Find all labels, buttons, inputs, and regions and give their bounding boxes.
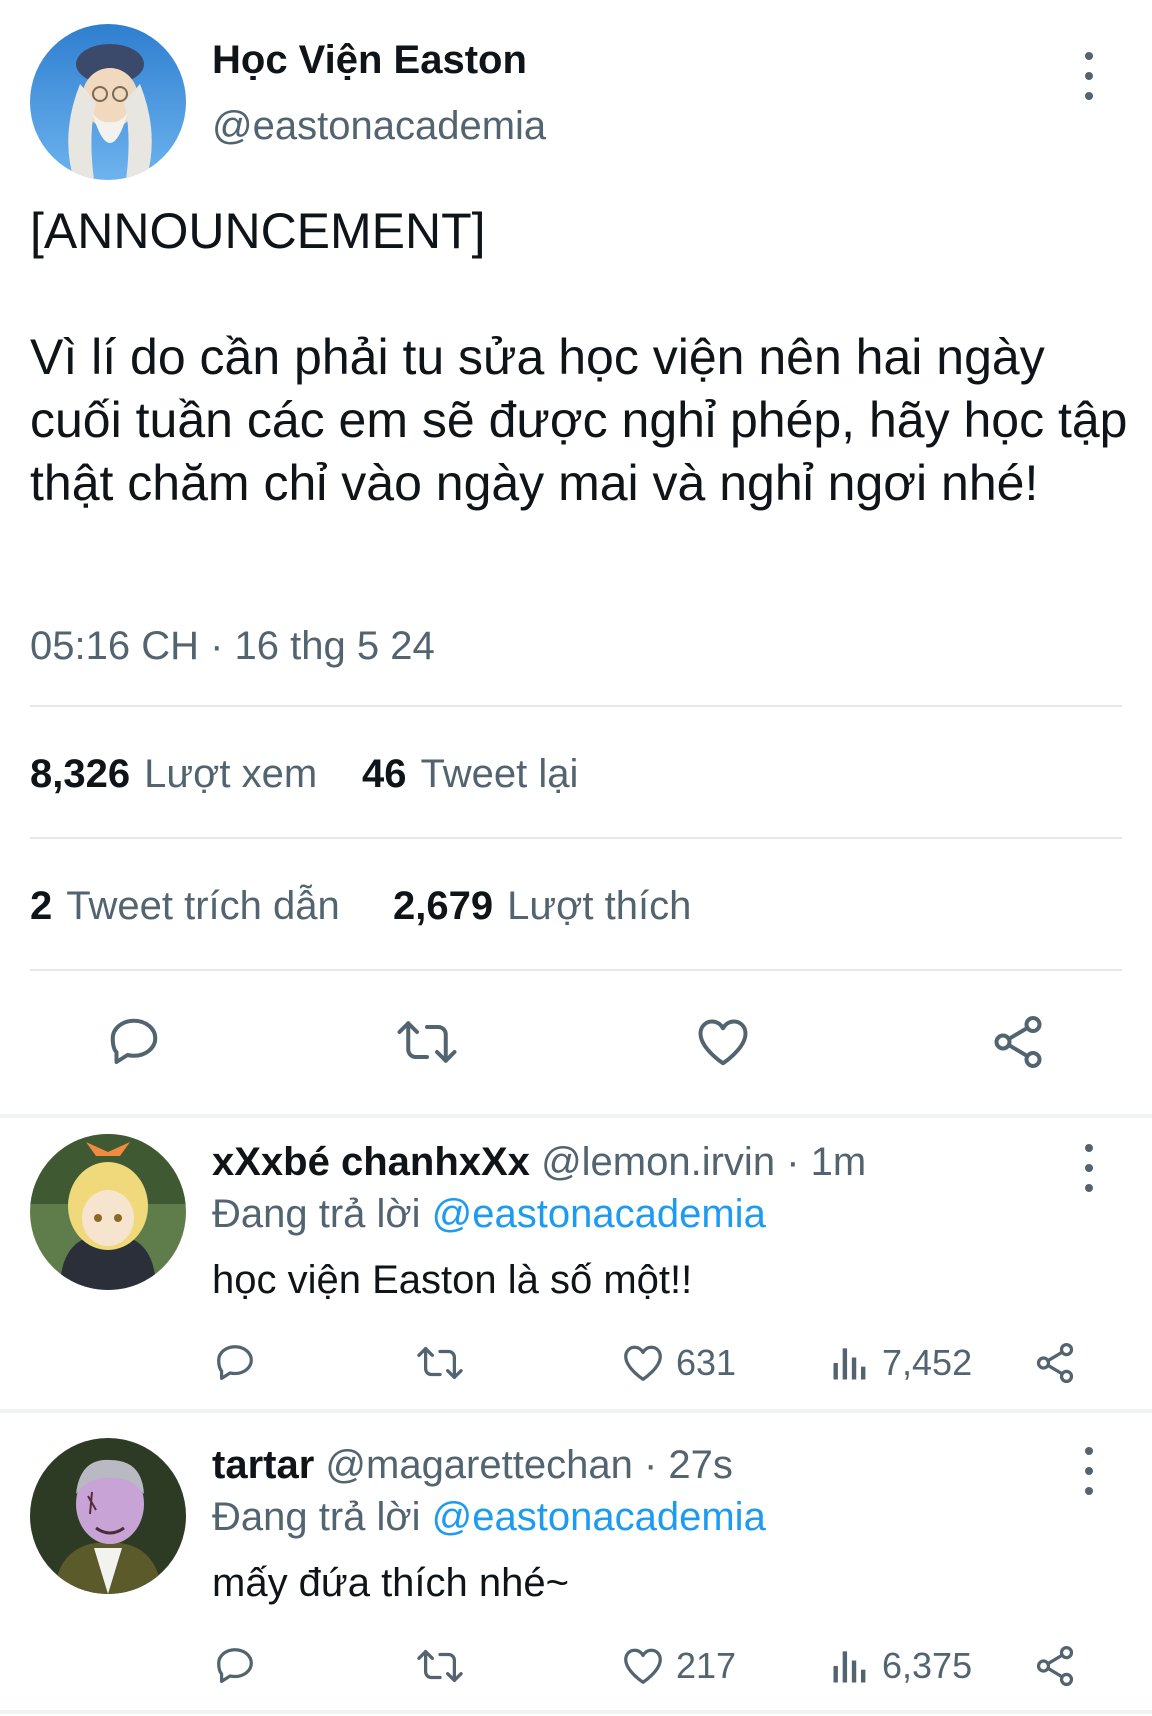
reply-avatar[interactable] — [30, 1438, 186, 1594]
mention-link[interactable]: @eastonacademia — [432, 1192, 766, 1236]
view-count: 6,375 — [882, 1645, 973, 1686]
likes-label: Lượt thích — [507, 884, 692, 928]
like-count: 217 — [676, 1645, 737, 1686]
share-icon[interactable] — [1032, 1643, 1078, 1689]
divider — [30, 969, 1122, 971]
reply-author-handle[interactable]: @lemon.irvin — [541, 1140, 775, 1184]
views-button[interactable]: 6,375 — [828, 1643, 972, 1689]
reply-avatar[interactable] — [30, 1134, 186, 1290]
replying-to: Đang trả lời @eastonacademia — [212, 1495, 766, 1540]
reply-icon[interactable] — [104, 1012, 164, 1072]
quotes-count: 2 — [30, 884, 53, 928]
author-avatar[interactable] — [30, 24, 186, 180]
retweet-icon[interactable] — [394, 1012, 460, 1072]
view-count: 7,452 — [882, 1342, 973, 1383]
views-label: Lượt xem — [144, 752, 318, 796]
reply-header: tartar @magarettechan · 27s — [212, 1443, 733, 1488]
divider — [30, 837, 1122, 839]
reply-icon[interactable] — [212, 1340, 258, 1386]
section-divider — [0, 1114, 1152, 1118]
retweets-stat[interactable]: 46 Tweet lại — [362, 752, 578, 797]
author-handle[interactable]: @eastonacademia — [212, 104, 546, 149]
views-stat: 8,326 Lượt xem — [30, 752, 317, 797]
retweet-icon[interactable] — [414, 1643, 466, 1689]
like-icon — [624, 1345, 662, 1381]
share-icon[interactable] — [1032, 1340, 1078, 1386]
share-icon[interactable] — [988, 1012, 1048, 1072]
reply-more-options-icon[interactable] — [1079, 1447, 1099, 1495]
like-icon — [624, 1648, 662, 1684]
replying-label: Đang trả lời — [212, 1192, 421, 1236]
section-divider — [0, 1710, 1152, 1714]
like-button[interactable]: 217 — [620, 1643, 736, 1689]
reply-author-handle[interactable]: @magarettechan — [325, 1443, 632, 1487]
reply-author-name[interactable]: xXxbé chanhxXx — [212, 1140, 530, 1184]
reply-text: học viện Easton là số một!! — [212, 1258, 693, 1302]
replying-label: Đang trả lời — [212, 1495, 421, 1539]
views-count: 8,326 — [30, 752, 131, 796]
analytics-icon — [833, 1348, 866, 1380]
retweet-icon[interactable] — [414, 1340, 466, 1386]
quotes-label: Tweet trích dẫn — [66, 884, 340, 928]
reply-text: mấy đứa thích nhé~ — [212, 1561, 569, 1605]
author-name[interactable]: Học Viện Easton — [212, 38, 527, 83]
reply-header: xXxbé chanhxXx @lemon.irvin · 1m — [212, 1140, 866, 1185]
analytics-icon — [833, 1651, 866, 1683]
section-divider — [0, 1409, 1152, 1413]
mention-link[interactable]: @eastonacademia — [432, 1495, 766, 1539]
quotes-stat[interactable]: 2 Tweet trích dẫn — [30, 884, 340, 929]
retweets-count: 46 — [362, 752, 407, 796]
tweet-text: [ANNOUNCEMENT] Vì lí do cần phải tu sửa … — [30, 203, 1128, 511]
reply-time: · 1m — [786, 1140, 867, 1184]
like-button[interactable]: 631 — [620, 1340, 736, 1386]
likes-stat[interactable]: 2,679 Lượt thích — [393, 884, 691, 929]
retweets-label: Tweet lại — [420, 752, 579, 796]
like-icon[interactable] — [693, 1012, 753, 1072]
more-options-icon[interactable] — [1079, 52, 1099, 100]
reply-time: · 27s — [643, 1443, 733, 1487]
views-button[interactable]: 7,452 — [828, 1340, 972, 1386]
reply-more-options-icon[interactable] — [1079, 1144, 1099, 1192]
likes-count: 2,679 — [393, 884, 494, 928]
like-count: 631 — [676, 1342, 737, 1383]
tweet-timestamp[interactable]: 05:16 CH · 16 thg 5 24 — [30, 624, 435, 669]
reply-author-name[interactable]: tartar — [212, 1443, 314, 1487]
reply-icon[interactable] — [212, 1643, 258, 1689]
replying-to: Đang trả lời @eastonacademia — [212, 1192, 766, 1237]
divider — [30, 705, 1122, 707]
